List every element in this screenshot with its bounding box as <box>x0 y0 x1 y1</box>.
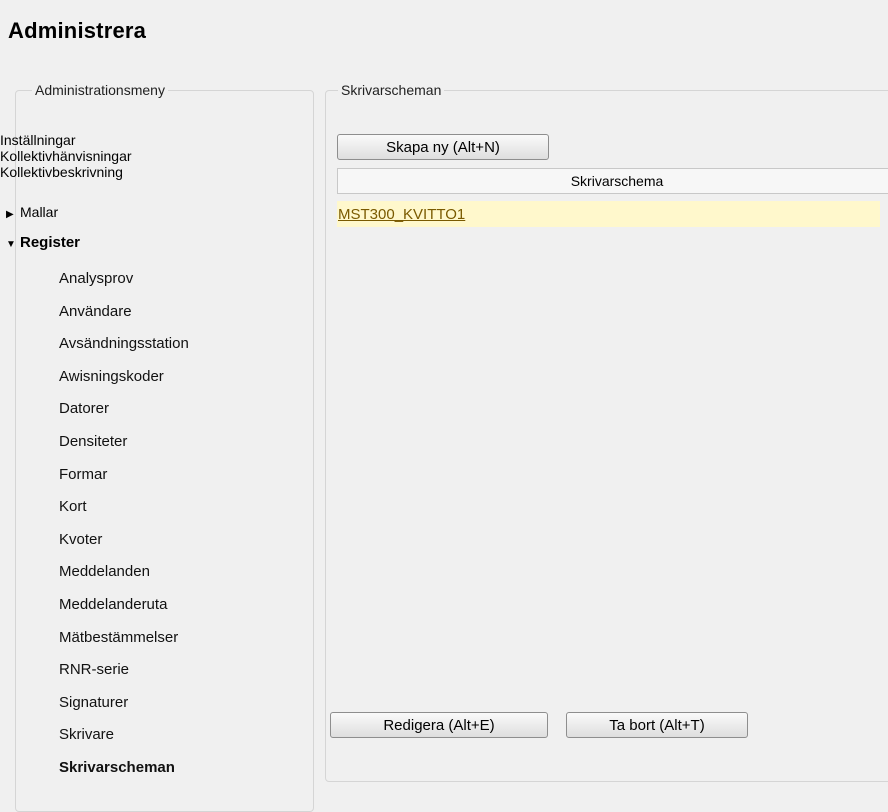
submenu-item-kort[interactable]: Kort <box>59 498 87 515</box>
menu-item-kollektivbeskrivning[interactable]: Kollektivbeskrivning <box>0 164 123 180</box>
table-row[interactable]: MST300_KVITTO1 <box>337 201 880 227</box>
submenu-item-skrivarscheman[interactable]: Skrivarscheman <box>59 759 175 776</box>
menu-item-installningar[interactable]: Inställningar <box>0 132 76 148</box>
tree-node-mallar[interactable]: ▶ Mallar <box>6 204 58 220</box>
delete-button[interactable]: Ta bort (Alt+T) <box>566 712 748 738</box>
submenu-item-anvandare[interactable]: Användare <box>59 303 132 320</box>
menu-item-kollektivhanvisningar[interactable]: Kollektivhänvisningar <box>0 148 132 164</box>
submenu-item-avsandningsstation[interactable]: Avsändningsstation <box>59 335 189 352</box>
submenu-item-matbestammelser[interactable]: Mätbestämmelser <box>59 629 178 646</box>
edit-button[interactable]: Redigera (Alt+E) <box>330 712 548 738</box>
submenu-item-awisningskoder[interactable]: Awisningskoder <box>59 368 164 385</box>
submenu-item-skrivare[interactable]: Skrivare <box>59 726 114 743</box>
submenu-item-densiteter[interactable]: Densiteter <box>59 433 127 450</box>
submenu-item-analysprov[interactable]: Analysprov <box>59 270 133 287</box>
submenu-item-rnr-serie[interactable]: RNR-serie <box>59 661 129 678</box>
submenu-item-formar[interactable]: Formar <box>59 466 107 483</box>
submenu-item-kvoter[interactable]: Kvoter <box>59 531 102 548</box>
caret-down-icon: ▼ <box>6 239 16 250</box>
submenu-item-datorer[interactable]: Datorer <box>59 400 109 417</box>
tree-node-mallar-label: Mallar <box>20 204 59 220</box>
column-header-skrivarschema[interactable]: Skrivarschema <box>337 168 888 194</box>
submenu-item-meddelanden[interactable]: Meddelanden <box>59 563 150 580</box>
caret-right-icon: ▶ <box>6 209 14 220</box>
admin-menu-legend: Administrationsmeny <box>32 82 168 98</box>
submenu-item-signaturer[interactable]: Signaturer <box>59 694 128 711</box>
page-title: Administrera <box>8 18 147 43</box>
schema-link[interactable]: MST300_KVITTO1 <box>337 206 465 223</box>
submenu-item-meddelanderuta[interactable]: Meddelanderuta <box>59 596 167 613</box>
content-legend: Skrivarscheman <box>338 82 445 98</box>
create-new-button[interactable]: Skapa ny (Alt+N) <box>337 134 549 160</box>
tree-node-register[interactable]: ▼ Register <box>6 234 80 251</box>
tree-node-register-label: Register <box>20 234 81 251</box>
